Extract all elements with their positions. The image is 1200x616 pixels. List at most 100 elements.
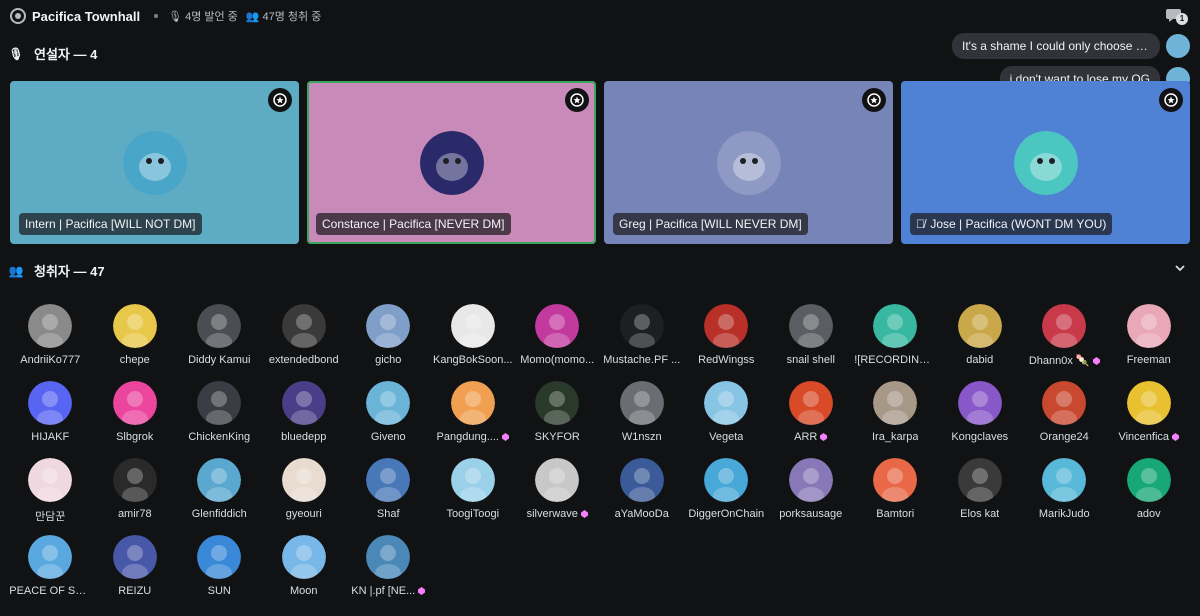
avatar [957,304,1002,348]
audience-member[interactable]: RedWingss [684,294,769,371]
audience-member[interactable]: Giveno [346,371,431,448]
audience-member[interactable]: adov [1107,448,1192,525]
audience-member[interactable]: Momo(momo... [515,294,600,371]
audience-member[interactable]: Mustache.PF ... [600,294,685,371]
audience-member[interactable]: gicho [346,294,431,371]
avatar [366,458,411,502]
audience-member-name: gicho [375,354,402,366]
audience-member[interactable]: SKYFOR [515,371,600,448]
audience-member[interactable]: ARR [769,371,854,448]
audience-member[interactable]: snail shell [769,294,854,371]
audience-member[interactable]: bluedepp [262,371,347,448]
audience-member[interactable]: Pangdung.... [431,371,516,448]
audience-member[interactable]: SUN [177,525,262,602]
avatar [788,304,833,348]
avatar [197,381,242,425]
speaking-stat: 🎙 4명 발언 중 [168,8,238,24]
audience-member-name: Slbgrok [116,431,154,443]
speaker-tile[interactable]: Greg | Pacifica [WILL NEVER DM] [604,81,893,244]
audience-member[interactable]: Vincenfica [1107,371,1192,448]
audience-member[interactable]: MarikJudo [1022,448,1107,525]
audience-member[interactable]: AndriiKo777 [8,294,93,371]
speaker-tile[interactable]: Intern | Pacifica [WILL NOT DM] [10,81,299,244]
audience-member[interactable]: Bamtori [853,448,938,525]
audience-member[interactable]: KangBokSoon... [431,294,516,371]
avatar [28,458,73,502]
audience-member[interactable]: Orange24 [1022,371,1107,448]
audience-member[interactable]: ![RECORDING... [853,294,938,371]
audience-member[interactable]: porksausage [769,448,854,525]
avatar [619,381,664,425]
speaker-name: 🎙̸ Jose | Pacifica (WONT DM YOU) [910,213,1113,235]
audience-member[interactable]: KN |.pf [NE... [346,525,431,602]
audience-member[interactable]: ToogiToogi [431,448,516,525]
audience-member[interactable]: Ira_karpa [853,371,938,448]
server-boost-icon [1172,433,1180,441]
audience-member-name: Dhann0x 🍡 [1029,354,1100,367]
avatar [366,535,411,579]
audience-member[interactable]: Shaf [346,448,431,525]
audience-member[interactable]: PEACE OF SH... [8,525,93,602]
avatar [197,304,242,348]
audience-member-name: ToogiToogi [446,508,500,520]
audience-member[interactable]: REIZU [93,525,178,602]
chat-message[interactable]: It's a shame I could only choose o... [930,33,1190,59]
speaker-tile[interactable]: 🎙̸ Jose | Pacifica (WONT DM YOU) [901,81,1190,244]
avatar [873,381,918,425]
audience-member-name: SKYFOR [534,431,580,443]
avatar [535,458,580,502]
audience-label: 청취자 — 47 [34,264,105,279]
server-boost-icon [820,433,828,441]
audience-member-name: Momo(momo... [520,354,595,366]
speaker-avatar [419,131,484,195]
avatar [704,458,749,502]
audience-member[interactable]: Diddy Kamui [177,294,262,371]
chevron-down-icon[interactable] [1174,262,1186,274]
audience-member-name: AndriiKo777 [20,354,81,366]
audience-member[interactable]: Glenfiddich [177,448,262,525]
audience-member-name: RedWingss [698,354,755,366]
stage-moderator-icon [1159,88,1183,112]
audience-member-name: gyeouri [285,508,322,520]
audience-member[interactable]: Slbgrok [93,371,178,448]
avatar [28,535,73,579]
audience-member-name: Vincenfica [1118,431,1180,443]
audience-member[interactable]: extendedbond [262,294,347,371]
listeners-icon: 👥 [245,10,260,23]
audience-member-name: dabid [966,354,994,366]
audience-member[interactable]: Kongclaves [938,371,1023,448]
audience-member[interactable]: silverwave [515,448,600,525]
audience-member-name: KangBokSoon... [432,354,513,366]
speaker-name-text: Intern | Pacifica [WILL NOT DM] [25,217,196,231]
avatar [957,458,1002,502]
audience-member[interactable]: amir78 [93,448,178,525]
audience-member[interactable]: HIJAKF [8,371,93,448]
audience-member[interactable]: Vegeta [684,371,769,448]
audience-member[interactable]: Freeman [1107,294,1192,371]
audience-member[interactable]: gyeouri [262,448,347,525]
audience-member[interactable]: W1nszn [600,371,685,448]
avatar [366,304,411,348]
audience-member[interactable]: aYaMooDa [600,448,685,525]
speaker-tiles: Intern | Pacifica [WILL NOT DM] Constance… [10,81,1190,244]
audience-member-name: 만담꾼 [35,511,66,523]
audience-member-name: SUN [207,585,231,597]
audience-member-name: Shaf [376,508,400,520]
listeners-icon: 👥 [8,263,24,278]
audience-member-name: adov [1136,508,1161,520]
avatar [112,381,157,425]
audience-member[interactable]: chepe [93,294,178,371]
audience-member[interactable]: Dhann0x 🍡 [1022,294,1107,371]
audience-member[interactable]: 만담꾼 [8,448,93,525]
separator-dot [154,14,159,18]
audience-member-name: PEACE OF SH... [9,585,92,597]
audience-member[interactable]: DiggerOnChain [684,448,769,525]
audience-member[interactable]: Moon [262,525,347,602]
avatar [788,381,833,425]
audience-member[interactable]: dabid [938,294,1023,371]
audience-member[interactable]: Elos kat [938,448,1023,525]
listening-stat: 👥 47명 청취 중 [246,8,322,24]
audience-member[interactable]: ChickenKing [177,371,262,448]
speaker-tile[interactable]: Constance | Pacifica [NEVER DM] [307,81,596,244]
avatar [112,304,157,348]
